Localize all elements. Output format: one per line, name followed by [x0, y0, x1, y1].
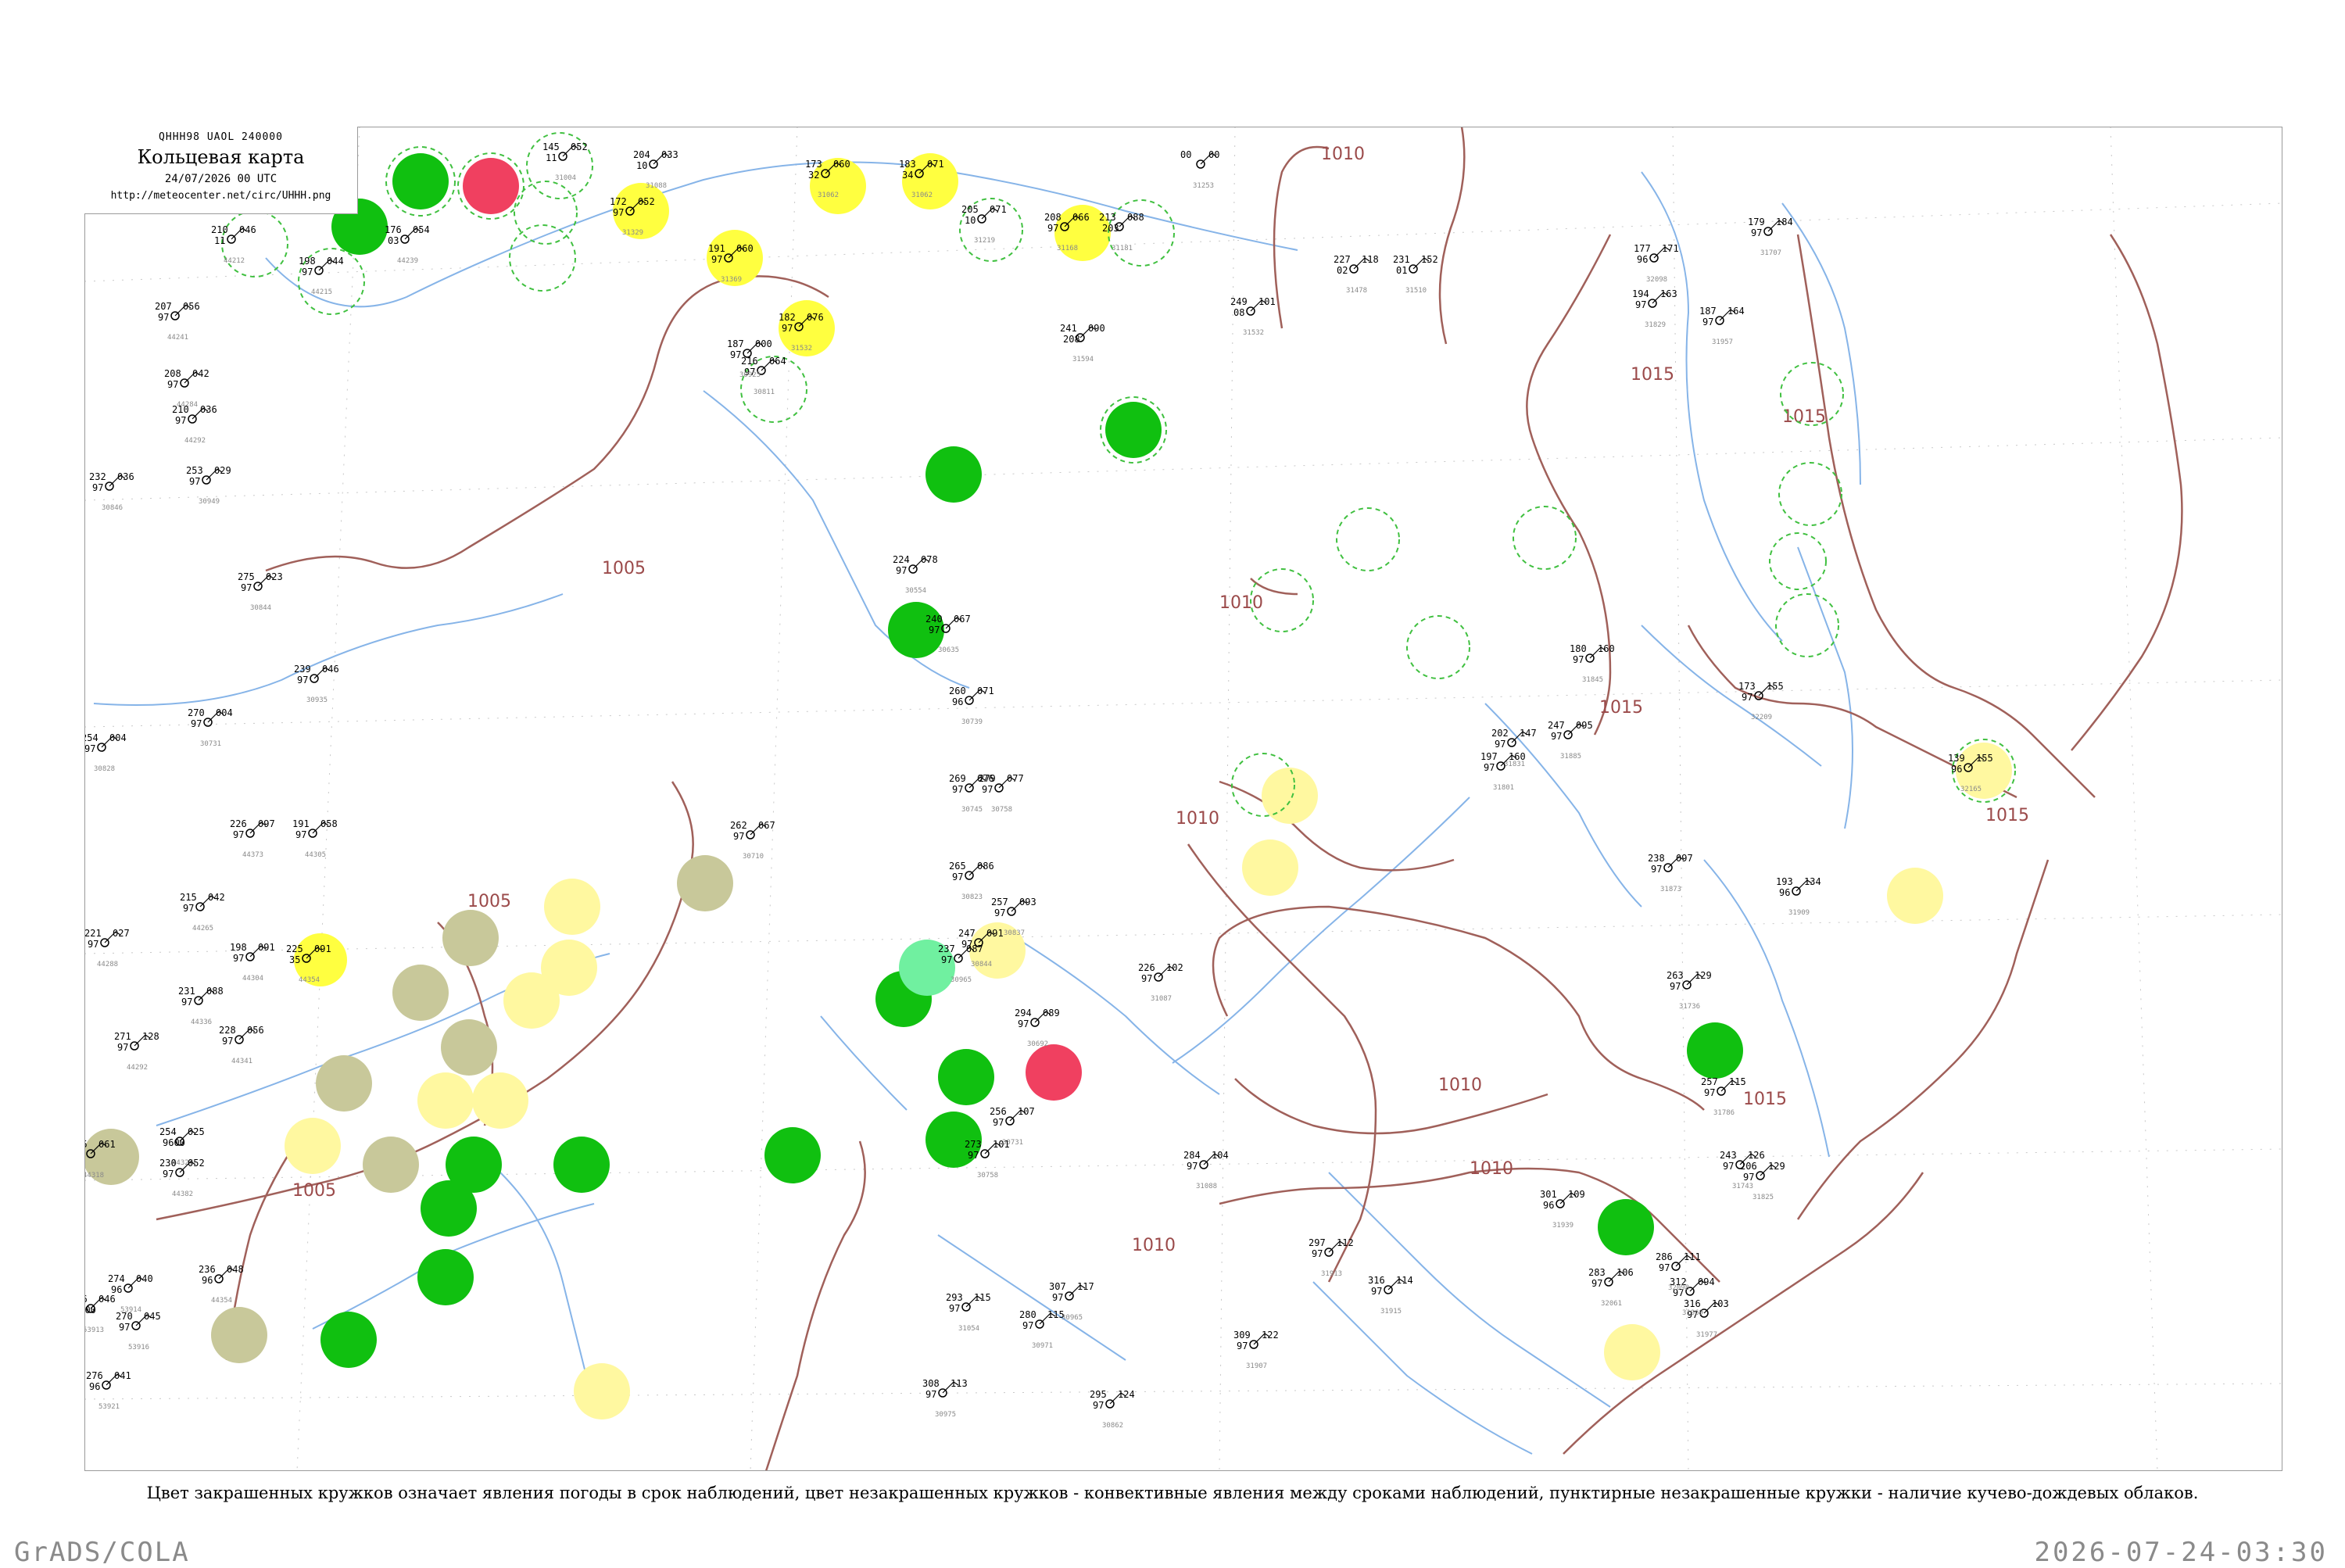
map-date: 24/07/2026 00 UTC — [164, 173, 277, 185]
footer-timestamp: 2026-07-24-03:30 — [2034, 1537, 2328, 1568]
map-title: Кольцевая карта — [137, 146, 305, 168]
map-caption: Цвет закрашенных кружков означает явлени… — [146, 1484, 2199, 1502]
map-url: http://meteocenter.net/circ/UHHH.png — [110, 190, 331, 202]
bulletin-code: QHHH98 UAOL 240000 — [159, 131, 283, 143]
footer-grads-label: GrADS/COLA — [14, 1537, 190, 1568]
station-value: 96 — [73, 1150, 84, 1161]
map-frame — [84, 127, 2282, 1471]
map-header: QHHH98 UAOL 240000 Кольцевая карта 24/07… — [84, 127, 358, 214]
